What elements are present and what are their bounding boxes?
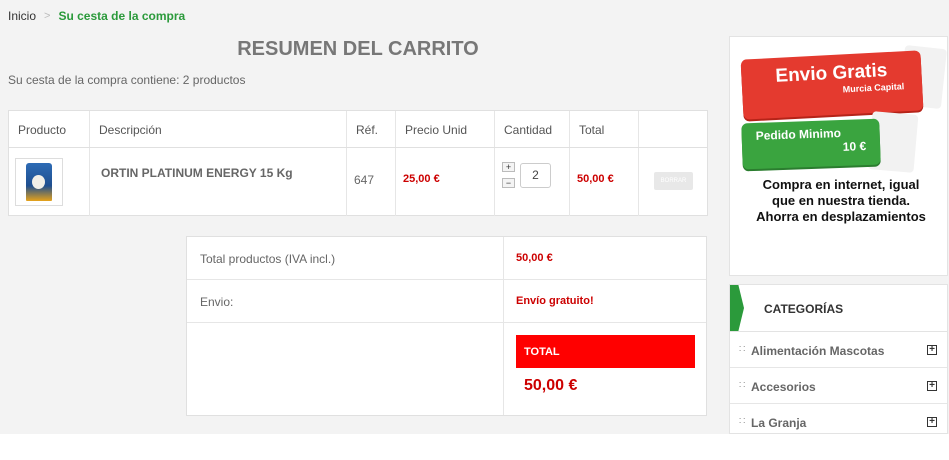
dots-icon: ∷ [739, 380, 746, 391]
delete-cell: BORRAR [639, 148, 709, 216]
shipping-value: Envío gratuito! [516, 295, 594, 307]
delete-button[interactable]: BORRAR [654, 172, 693, 190]
product-ref-cell: 647 [347, 148, 396, 216]
unit-price: 25,00 € [403, 173, 440, 185]
header-cantidad: Cantidad [495, 111, 570, 147]
breadcrumb-current: Su cesta de la compra [58, 9, 186, 23]
expand-plus-icon[interactable]: + [927, 417, 937, 427]
totals-row-shipping: Envio: Envío gratuito! [187, 280, 706, 323]
cart-table: Producto Descripción Réf. Precio Unid Ca… [8, 110, 708, 216]
quantity-decrease-button[interactable]: − [502, 178, 515, 188]
categories-list: ∷ Alimentación Mascotas + ∷ Accesorios +… [729, 332, 948, 434]
dots-icon: ∷ [739, 344, 746, 355]
category-item-la-granja[interactable]: ∷ La Granja + [730, 404, 947, 440]
totals-row-products: Total productos (IVA incl.) 50,00 € [187, 237, 706, 280]
promo-tagline-line: Ahorra en desplazamientos [756, 209, 926, 224]
product-description-cell: ORTIN PLATINUM ENERGY 15 Kg [90, 148, 347, 216]
green-flag-icon [730, 285, 744, 331]
line-total-cell: 50,00 € [570, 148, 639, 216]
free-shipping-ribbon: Envio Gratis Murcia Capital [740, 50, 924, 120]
quantity-cell: + − 2 [495, 148, 570, 216]
shipping-promo-banner[interactable]: Envio Gratis Murcia Capital Pedido Minim… [729, 36, 948, 276]
line-total: 50,00 € [577, 173, 614, 185]
promo-tagline: Compra en internet, igual que en nuestra… [744, 177, 938, 225]
header-precio-unid: Precio Unid [396, 111, 495, 147]
cart-summary-text: Su cesta de la compra contiene: 2 produc… [8, 73, 246, 87]
quantity-input[interactable]: 2 [520, 163, 551, 188]
breadcrumb-home-link[interactable]: Inicio [8, 9, 36, 23]
pet-food-bag-image [26, 163, 52, 201]
page-title: RESUMEN DEL CARRITO [237, 38, 479, 60]
product-image-cell [9, 148, 90, 216]
breadcrumb: Inicio > Su cesta de la compra [8, 9, 185, 23]
promo-tagline-line: que en nuestra tienda. [772, 193, 910, 208]
category-label[interactable]: Accesorios [751, 380, 816, 394]
table-row: ORTIN PLATINUM ENERGY 15 Kg 647 25,00 € … [9, 148, 707, 216]
expand-plus-icon[interactable]: + [927, 345, 937, 355]
header-ref: Réf. [347, 111, 396, 147]
total-products-label: Total productos (IVA incl.) [200, 252, 336, 266]
category-item-alimentacion[interactable]: ∷ Alimentación Mascotas + [730, 332, 947, 368]
total-amount: 50,00 € [524, 377, 578, 394]
header-producto: Producto [9, 111, 90, 147]
category-label[interactable]: Alimentación Mascotas [751, 344, 884, 358]
cart-table-header: Producto Descripción Réf. Precio Unid Ca… [9, 111, 707, 148]
header-total: Total [570, 111, 639, 147]
categories-header: CATEGORÍAS [729, 284, 948, 332]
header-descripcion: Descripción [90, 111, 347, 147]
product-thumbnail[interactable] [15, 158, 63, 206]
category-label[interactable]: La Granja [751, 416, 806, 430]
header-actions [639, 111, 709, 147]
total-bar: TOTAL [516, 335, 695, 368]
dots-icon: ∷ [739, 416, 746, 427]
category-item-accesorios[interactable]: ∷ Accesorios + [730, 368, 947, 404]
product-ref: 647 [354, 173, 375, 187]
product-name-link[interactable]: ORTIN PLATINUM ENERGY 15 Kg [101, 166, 293, 180]
promo-tagline-line: Compra en internet, igual [762, 177, 920, 192]
shipping-label: Envio: [200, 295, 234, 309]
quantity-increase-button[interactable]: + [502, 162, 515, 172]
minimum-order-ribbon: Pedido Minimo 10 € [741, 118, 881, 170]
breadcrumb-separator: > [44, 10, 51, 22]
categories-title: CATEGORÍAS [764, 302, 844, 316]
unit-price-cell: 25,00 € [396, 148, 495, 216]
expand-plus-icon[interactable]: + [927, 381, 937, 391]
total-products-value: 50,00 € [516, 252, 553, 264]
totals-table: Total productos (IVA incl.) 50,00 € Envi… [186, 236, 707, 416]
